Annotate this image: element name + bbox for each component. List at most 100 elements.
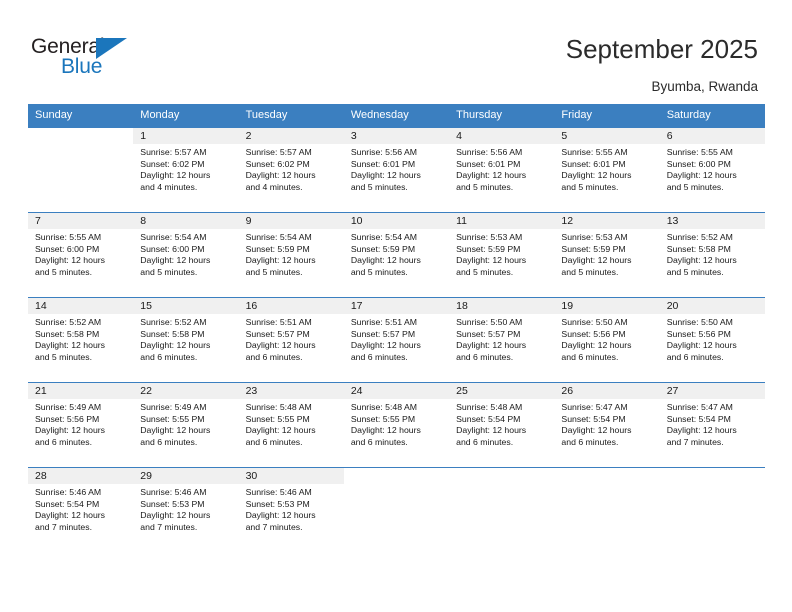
sun-detail-line: and 7 minutes. xyxy=(245,521,303,532)
calendar-cell-inner: 3 Sunrise: 5:56 AM Sunset: 6:01 PM Daylight… xyxy=(343,128,450,212)
calendar-cell-inner: 23 Sunrise: 5:48 AM Sunset: 5:55 PM Dayligh… xyxy=(238,383,344,467)
day-sun-details xyxy=(28,144,133,147)
calendar-day-cell[interactable]: 22 Sunrise: 5:49 AM Sunset: 5:55 PM Dayligh… xyxy=(133,382,239,468)
calendar-cell-inner xyxy=(449,468,555,552)
sun-detail-line: Sunset: 6:01 PM xyxy=(561,158,626,169)
sun-detail-line: Sunset: 5:59 PM xyxy=(350,243,416,254)
sun-detail-line: and 5 minutes. xyxy=(35,266,92,277)
calendar-day-cell[interactable]: 23 Sunrise: 5:48 AM Sunset: 5:55 PM Dayligh… xyxy=(238,382,344,468)
day-number: 19 xyxy=(554,298,660,314)
calendar-day-cell[interactable]: 19 Sunrise: 5:50 AM Sunset: 5:56 PM Dayligh… xyxy=(554,297,660,383)
sun-detail-line: Daylight: 12 hours xyxy=(561,255,632,266)
calendar-day-cell[interactable]: 21 Sunrise: 5:49 AM Sunset: 5:56 PM Dayligh… xyxy=(28,382,134,468)
sun-detail-line: Sunset: 6:02 PM xyxy=(140,158,205,169)
calendar-day-cell[interactable]: 29 Sunrise: 5:46 AM Sunset: 5:53 PM Dayligh… xyxy=(133,467,239,552)
sun-detail-line: Daylight: 12 hours xyxy=(35,255,106,266)
calendar-day-cell[interactable]: 13 Sunrise: 5:52 AM Sunset: 5:58 PM Dayligh… xyxy=(659,212,765,298)
sun-detail-line: Daylight: 12 hours xyxy=(666,255,737,266)
calendar-day-cell[interactable]: 12 Sunrise: 5:53 AM Sunset: 5:59 PM Dayligh… xyxy=(554,212,660,298)
calendar-day-cell[interactable]: 10 Sunrise: 5:54 AM Sunset: 5:59 PM Dayligh… xyxy=(343,212,450,298)
calendar-day-cell[interactable]: 14 Sunrise: 5:52 AM Sunset: 5:58 PM Dayligh… xyxy=(28,297,134,383)
sun-detail-line: Sunrise: 5:53 AM xyxy=(561,232,628,242)
calendar-cell-inner: 21 Sunrise: 5:49 AM Sunset: 5:56 PM Dayligh… xyxy=(28,383,134,467)
sun-detail-line: Daylight: 12 hours xyxy=(140,510,211,521)
sun-detail-line: Sunset: 5:55 PM xyxy=(245,413,310,424)
sun-detail-line: and 5 minutes. xyxy=(245,266,303,277)
sun-detail-line: Sunset: 6:00 PM xyxy=(666,158,731,169)
sun-detail-line: Sunset: 5:55 PM xyxy=(140,413,205,424)
sun-detail-line: and 6 minutes. xyxy=(140,436,198,447)
sun-detail-line: and 5 minutes. xyxy=(456,266,514,277)
day-sun-details: Sunrise: 5:55 AM Sunset: 6:01 PM Daylight:… xyxy=(554,144,659,193)
sun-detail-line: and 5 minutes. xyxy=(456,181,514,192)
page-title: September 2025 xyxy=(565,34,758,64)
calendar-week-row: 1 Sunrise: 5:57 AM Sunset: 6:02 PM Daylight… xyxy=(28,127,765,213)
day-sun-details: Sunrise: 5:49 AM Sunset: 5:55 PM Daylight:… xyxy=(133,399,238,448)
calendar-cell-inner: 15 Sunrise: 5:52 AM Sunset: 5:58 PM Dayligh… xyxy=(133,298,239,382)
day-number: 24 xyxy=(343,383,450,399)
sun-detail-line: Sunset: 5:56 PM xyxy=(666,328,731,339)
sun-detail-line: Sunrise: 5:54 AM xyxy=(350,232,418,242)
sun-detail-line: Daylight: 12 hours xyxy=(666,170,737,181)
calendar-day-cell[interactable]: 8 Sunrise: 5:54 AM Sunset: 6:00 PM Daylight… xyxy=(133,212,239,298)
sun-detail-line: Sunrise: 5:50 AM xyxy=(456,317,523,327)
calendar-day-cell[interactable]: 24 Sunrise: 5:48 AM Sunset: 5:55 PM Dayligh… xyxy=(343,382,450,468)
sun-detail-line: Daylight: 12 hours xyxy=(456,340,527,351)
logo-text-blue: Blue xyxy=(61,55,103,78)
sun-detail-line: Sunrise: 5:53 AM xyxy=(456,232,523,242)
calendar-day-cell[interactable]: 5 Sunrise: 5:55 AM Sunset: 6:01 PM Daylight… xyxy=(554,127,660,213)
calendar-day-cell[interactable]: 17 Sunrise: 5:51 AM Sunset: 5:57 PM Dayligh… xyxy=(343,297,450,383)
calendar-day-cell[interactable]: 2 Sunrise: 5:57 AM Sunset: 6:02 PM Daylight… xyxy=(238,127,344,213)
calendar-day-cell[interactable]: 11 Sunrise: 5:53 AM Sunset: 5:59 PM Dayligh… xyxy=(449,212,555,298)
calendar-cell-inner xyxy=(28,128,134,212)
day-number: 30 xyxy=(238,468,344,484)
calendar-day-cell[interactable]: 9 Sunrise: 5:54 AM Sunset: 5:59 PM Daylight… xyxy=(238,212,344,298)
calendar-cell-inner: 9 Sunrise: 5:54 AM Sunset: 5:59 PM Daylight… xyxy=(238,213,344,297)
calendar-day-cell[interactable]: 3 Sunrise: 5:56 AM Sunset: 6:01 PM Daylight… xyxy=(343,127,450,213)
day-number: 23 xyxy=(238,383,344,399)
calendar-cell-inner: 26 Sunrise: 5:47 AM Sunset: 5:54 PM Dayligh… xyxy=(554,383,660,467)
sun-detail-line: Sunrise: 5:48 AM xyxy=(245,402,312,412)
sun-detail-line: Sunset: 6:01 PM xyxy=(456,158,521,169)
calendar-day-cell[interactable]: 27 Sunrise: 5:47 AM Sunset: 5:54 PM Dayligh… xyxy=(659,382,765,468)
page-header: General Blue September 2025 Byumba, Rwan… xyxy=(0,0,792,104)
sun-detail-line: and 6 minutes. xyxy=(456,436,514,447)
sun-detail-line: Sunset: 5:53 PM xyxy=(140,498,205,509)
calendar-day-cell[interactable]: 1 Sunrise: 5:57 AM Sunset: 6:02 PM Daylight… xyxy=(133,127,239,213)
day-number: 28 xyxy=(28,468,134,484)
day-sun-details: Sunrise: 5:52 AM Sunset: 5:58 PM Daylight:… xyxy=(660,229,765,278)
sun-detail-line: Sunset: 5:54 PM xyxy=(561,413,626,424)
calendar-day-cell[interactable]: 25 Sunrise: 5:48 AM Sunset: 5:54 PM Dayligh… xyxy=(449,382,555,468)
calendar-cell-empty xyxy=(343,467,450,552)
sun-detail-line: Sunset: 5:57 PM xyxy=(456,328,521,339)
calendar-day-cell[interactable]: 6 Sunrise: 5:55 AM Sunset: 6:00 PM Daylight… xyxy=(659,127,765,213)
day-sun-details: Sunrise: 5:57 AM Sunset: 6:02 PM Daylight:… xyxy=(133,144,238,193)
general-blue-logo[interactable]: General Blue xyxy=(31,36,143,81)
calendar-cell-inner: 19 Sunrise: 5:50 AM Sunset: 5:56 PM Dayligh… xyxy=(554,298,660,382)
day-number: 1 xyxy=(133,128,239,144)
sun-detail-line: Sunrise: 5:52 AM xyxy=(140,317,207,327)
sun-detail-line: Sunset: 5:58 PM xyxy=(140,328,205,339)
calendar-cell-inner xyxy=(659,468,765,552)
calendar-day-cell[interactable]: 15 Sunrise: 5:52 AM Sunset: 5:58 PM Dayligh… xyxy=(133,297,239,383)
sun-detail-line: and 5 minutes. xyxy=(561,266,619,277)
calendar-day-cell[interactable]: 16 Sunrise: 5:51 AM Sunset: 5:57 PM Dayligh… xyxy=(238,297,344,383)
calendar-day-cell[interactable]: 20 Sunrise: 5:50 AM Sunset: 5:56 PM Dayligh… xyxy=(659,297,765,383)
sun-detail-line: Sunset: 5:56 PM xyxy=(561,328,626,339)
sun-detail-line: Sunrise: 5:57 AM xyxy=(140,147,207,157)
calendar-day-cell[interactable]: 7 Sunrise: 5:55 AM Sunset: 6:00 PM Daylight… xyxy=(28,212,134,298)
sun-detail-line: Sunset: 6:00 PM xyxy=(140,243,205,254)
day-number: 20 xyxy=(659,298,765,314)
calendar-day-cell[interactable]: 18 Sunrise: 5:50 AM Sunset: 5:57 PM Dayligh… xyxy=(449,297,555,383)
calendar-day-cell[interactable]: 26 Sunrise: 5:47 AM Sunset: 5:54 PM Dayligh… xyxy=(554,382,660,468)
calendar-day-cell[interactable]: 4 Sunrise: 5:56 AM Sunset: 6:01 PM Daylight… xyxy=(449,127,555,213)
sun-detail-line: Daylight: 12 hours xyxy=(35,425,106,436)
day-sun-details: Sunrise: 5:48 AM Sunset: 5:55 PM Daylight:… xyxy=(344,399,449,448)
sun-detail-line: Daylight: 12 hours xyxy=(140,340,211,351)
calendar-day-cell[interactable]: 30 Sunrise: 5:46 AM Sunset: 5:53 PM Dayligh… xyxy=(238,467,344,552)
calendar-day-cell[interactable]: 28 Sunrise: 5:46 AM Sunset: 5:54 PM Dayligh… xyxy=(28,467,134,552)
calendar-cell-inner: 22 Sunrise: 5:49 AM Sunset: 5:55 PM Dayligh… xyxy=(133,383,239,467)
sun-detail-line: and 5 minutes. xyxy=(350,181,408,192)
calendar-cell-inner: 18 Sunrise: 5:50 AM Sunset: 5:57 PM Dayligh… xyxy=(449,298,555,382)
sun-detail-line: Sunrise: 5:55 AM xyxy=(666,147,733,157)
